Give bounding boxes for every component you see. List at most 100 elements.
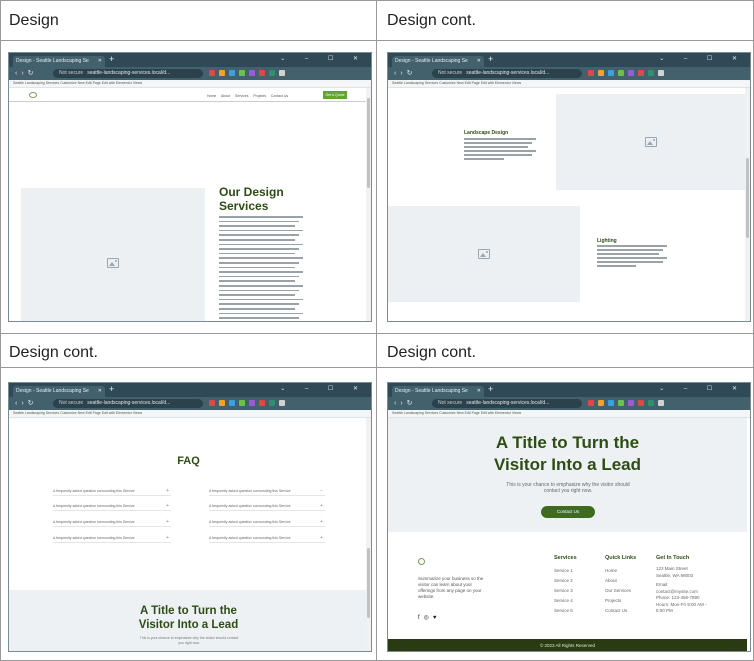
footer-link-service[interactable]: Service 3 [554, 586, 573, 596]
footer-link-quick[interactable]: Contact Us [605, 606, 631, 616]
extension-icon[interactable] [608, 70, 614, 76]
extension-icon[interactable] [588, 400, 594, 406]
extension-icon[interactable] [279, 400, 285, 406]
extension-icon[interactable] [628, 400, 634, 406]
close-tab-icon[interactable]: ✕ [477, 58, 481, 64]
new-tab-icon[interactable]: + [488, 384, 493, 394]
nav-about[interactable]: About [221, 94, 230, 98]
extension-icon[interactable] [279, 70, 285, 76]
site-logo-icon [29, 92, 37, 98]
browser-tab[interactable]: Design - Seattle Landscaping Se ✕ [392, 56, 484, 67]
extension-icon[interactable] [249, 400, 255, 406]
extension-icon[interactable] [229, 70, 235, 76]
extension-icon[interactable] [638, 70, 644, 76]
nav-arrows-icon[interactable]: ‹›↻ [394, 69, 417, 77]
extension-icon[interactable] [618, 70, 624, 76]
close-tab-icon[interactable]: ✕ [98, 58, 102, 64]
window-controls[interactable]: ⌄ – ☐ ✕ [280, 385, 367, 392]
extension-icon[interactable] [239, 70, 245, 76]
instagram-icon[interactable]: ◎ [424, 615, 433, 621]
extension-icon[interactable] [249, 70, 255, 76]
contact-us-button[interactable]: Contact Us [541, 506, 595, 518]
faq-question: A frequently asked question surrounding … [53, 536, 135, 540]
address-bar[interactable]: Not secure seattle-landscaping-services.l… [432, 69, 582, 78]
extension-icon[interactable] [209, 400, 215, 406]
extension-icon[interactable] [648, 400, 654, 406]
faq-item[interactable]: A frequently asked question surrounding … [209, 534, 325, 543]
nav-services[interactable]: Services [235, 94, 248, 98]
faq-question: A frequently asked question surrounding … [209, 520, 291, 524]
address-bar[interactable]: Not secure seattle-landscaping-services.l… [432, 399, 582, 408]
extension-icon[interactable] [269, 70, 275, 76]
footer-link-service[interactable]: Service 4 [554, 596, 573, 606]
extension-icon[interactable] [648, 70, 654, 76]
footer-link-quick[interactable]: Projects [605, 596, 631, 606]
scrollbar-thumb[interactable] [746, 158, 749, 238]
close-tab-icon[interactable]: ✕ [477, 388, 481, 394]
faq-item[interactable]: A frequently asked question surrounding … [53, 502, 171, 511]
extension-icon[interactable] [259, 400, 265, 406]
extension-icon[interactable] [598, 70, 604, 76]
scrollbar[interactable] [745, 88, 750, 321]
extension-icon[interactable] [618, 400, 624, 406]
browser-tab[interactable]: Design - Seattle Landscaping Se ✕ [392, 386, 484, 397]
nav-arrows-icon[interactable]: ‹›↻ [15, 69, 38, 77]
cell-title-design-cont-2: Design cont. [9, 344, 98, 361]
extension-icon[interactable] [658, 400, 664, 406]
faq-item[interactable]: A frequently asked question surrounding … [209, 502, 325, 511]
extension-icon[interactable] [658, 70, 664, 76]
footer-link-quick[interactable]: Our Services [605, 586, 631, 596]
extension-icon[interactable] [219, 400, 225, 406]
scrollbar[interactable] [366, 418, 371, 651]
footer-link-quick[interactable]: About [605, 576, 631, 586]
new-tab-icon[interactable]: + [109, 54, 114, 64]
faq-item[interactable]: A frequently asked question surrounding … [53, 487, 171, 496]
extension-icon[interactable] [269, 400, 275, 406]
faq-item[interactable]: A frequently asked question surrounding … [53, 518, 171, 527]
footer-link-service[interactable]: Service 2 [554, 576, 573, 586]
image-icon [645, 137, 657, 147]
browser-tab[interactable]: Design - Seattle Landscaping Se ✕ [13, 386, 105, 397]
extension-icon[interactable] [628, 70, 634, 76]
new-tab-icon[interactable]: + [109, 384, 114, 394]
scrollbar-thumb[interactable] [367, 98, 370, 188]
extension-icon[interactable] [588, 70, 594, 76]
address-bar[interactable]: Not secure seattle-landscaping-services.l… [53, 69, 203, 78]
extension-icon[interactable] [219, 70, 225, 76]
cta-section: A Title to Turn the Visitor Into a Lead … [9, 590, 368, 651]
extension-icon[interactable] [259, 70, 265, 76]
nav-contact[interactable]: Contact Us [271, 94, 288, 98]
extension-icon[interactable] [598, 400, 604, 406]
nav-arrows-icon[interactable]: ‹›↻ [394, 399, 417, 407]
window-controls[interactable]: ⌄ – ☐ ✕ [659, 385, 746, 392]
address-bar[interactable]: Not secure seattle-landscaping-services.l… [53, 399, 203, 408]
faq-question: A frequently asked question surrounding … [53, 520, 135, 524]
nav-arrows-icon[interactable]: ‹›↻ [15, 399, 38, 407]
extension-icon[interactable] [229, 400, 235, 406]
window-controls[interactable]: ⌄ – ☐ ✕ [659, 55, 746, 62]
nav-home[interactable]: Home [207, 94, 216, 98]
nav-projects[interactable]: Projects [253, 94, 266, 98]
faq-item[interactable]: A frequently asked question surrounding … [209, 487, 325, 496]
faq-item[interactable]: A frequently asked question surrounding … [209, 518, 325, 527]
nav-cta-button[interactable]: Get A Quote [323, 91, 347, 99]
browser-tab[interactable]: Design - Seattle Landscaping Se ✕ [13, 56, 105, 67]
address-line: Seattle, WA 98003 [656, 572, 694, 578]
extension-icon[interactable] [638, 400, 644, 406]
extension-icon[interactable] [209, 70, 215, 76]
faq-item[interactable]: A frequently asked question surrounding … [53, 534, 171, 543]
window-controls[interactable]: ⌄ – ☐ ✕ [280, 55, 367, 62]
close-tab-icon[interactable]: ✕ [98, 388, 102, 394]
footer-link-service[interactable]: Service 5 [554, 606, 573, 616]
footer-link-quick[interactable]: Home [605, 566, 631, 576]
text-line [219, 243, 303, 246]
extension-icon[interactable] [239, 400, 245, 406]
scrollbar[interactable] [366, 88, 371, 321]
new-tab-icon[interactable]: + [488, 54, 493, 64]
twitter-icon[interactable]: ♥ [433, 615, 441, 621]
scrollbar-thumb[interactable] [367, 548, 370, 618]
faq-question: A frequently asked question surrounding … [53, 504, 135, 508]
extension-icon[interactable] [608, 400, 614, 406]
footer-link-service[interactable]: Service 1 [554, 566, 573, 576]
extensions-row [588, 400, 664, 407]
